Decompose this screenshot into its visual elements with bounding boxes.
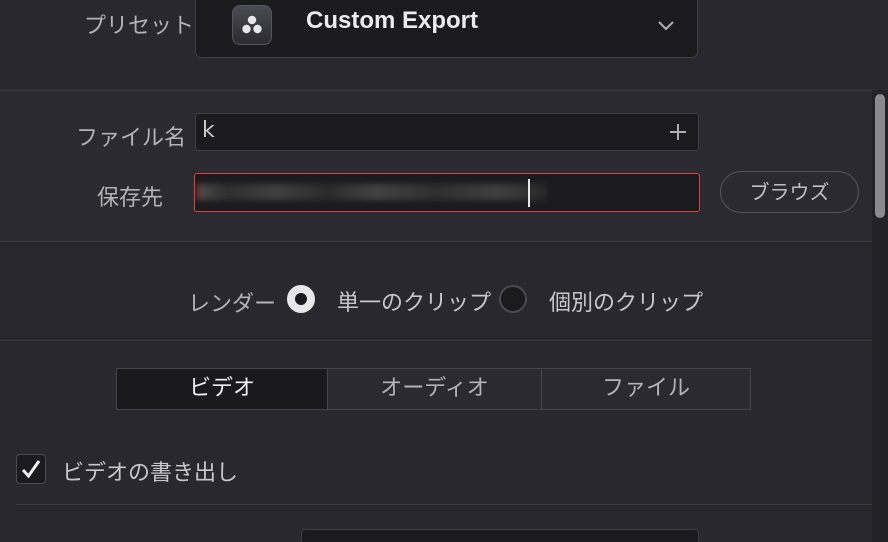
filename-value: k (202, 118, 215, 143)
radio-individual-clips[interactable] (499, 285, 527, 313)
radio-single-clip[interactable] (287, 285, 315, 313)
text-cursor (528, 179, 530, 207)
scrollbar-thumb[interactable] (875, 94, 885, 218)
divider (0, 340, 872, 341)
davinci-resolve-icon (232, 5, 272, 45)
radio-single-clip-label[interactable]: 単一のクリップ (337, 285, 491, 317)
settings-tabs: ビデオ オーディオ ファイル (116, 368, 751, 410)
render-label: レンダー (188, 292, 277, 317)
chevron-down-icon[interactable] (657, 17, 675, 36)
browse-button[interactable]: ブラウズ (720, 171, 859, 213)
radio-individual-clips-label[interactable]: 個別のクリップ (549, 285, 703, 317)
preset-label: プリセット (84, 14, 195, 39)
preset-value: Custom Export (306, 7, 479, 34)
tab-audio[interactable]: オーディオ (327, 369, 541, 409)
export-video-label: ビデオの書き出し (62, 461, 239, 486)
checkmark-icon (21, 460, 41, 479)
file-section: ファイル名 k 保存先 ブラウズ (0, 91, 872, 241)
render-settings-panel: プリセット Custom Export ファイル名 k 保存先 ブラウズ レンダ… (0, 0, 888, 542)
tab-video[interactable]: ビデオ (117, 369, 327, 409)
filename-input[interactable]: k (195, 113, 699, 151)
preset-section: プリセット Custom Export (0, 0, 888, 90)
plus-icon[interactable] (668, 122, 688, 146)
redacted-path (197, 184, 547, 200)
format-dropdown[interactable] (301, 529, 699, 542)
export-video-checkbox[interactable] (16, 454, 46, 484)
filename-label: ファイル名 (76, 126, 187, 151)
preset-dropdown[interactable]: Custom Export (195, 0, 698, 58)
save-location-input[interactable] (194, 173, 700, 212)
render-section: レンダー 単一のクリップ 個別のクリップ (0, 242, 872, 340)
tab-file[interactable]: ファイル (541, 369, 750, 409)
divider (16, 504, 872, 505)
save-location-label: 保存先 (97, 186, 164, 211)
